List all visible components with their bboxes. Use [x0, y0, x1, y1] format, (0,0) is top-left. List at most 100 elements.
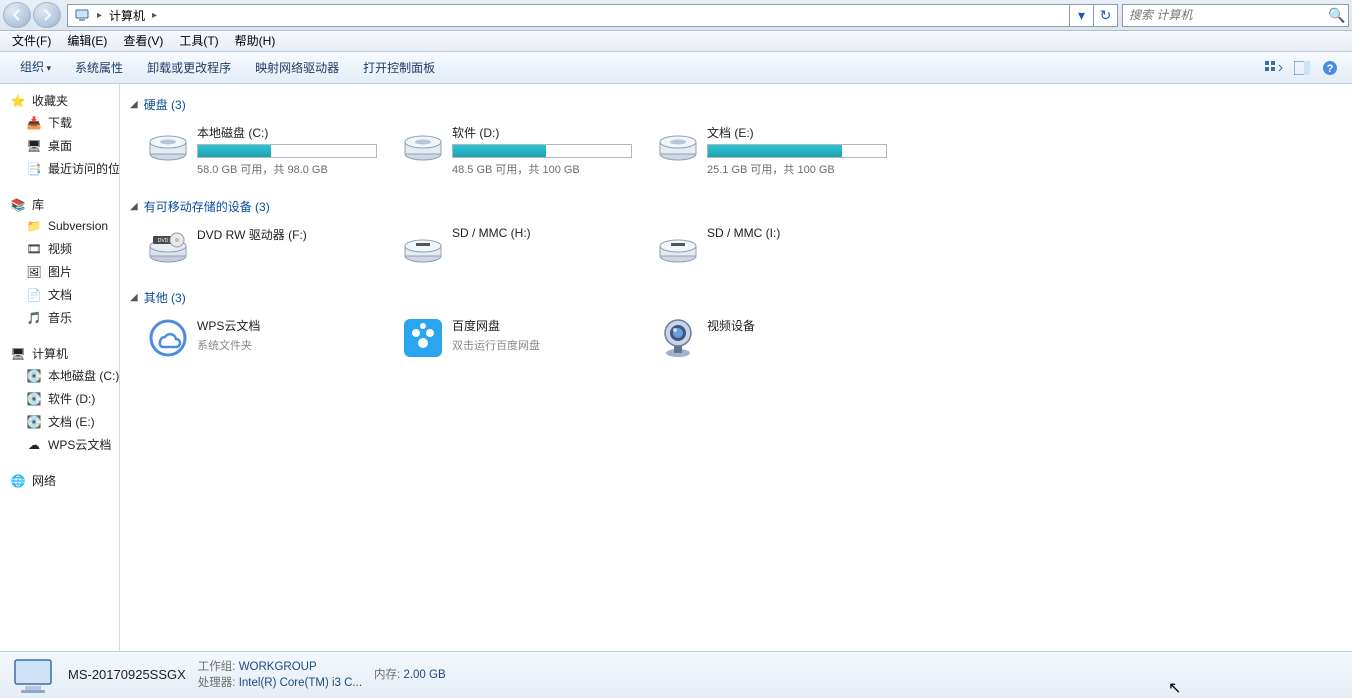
sidebar-libraries-label: 库: [32, 196, 44, 213]
item-subtitle: 双击运行百度网盘: [452, 337, 643, 353]
sidebar-favorites-label: 收藏夹: [32, 92, 68, 109]
help-button[interactable]: ?: [1316, 56, 1344, 80]
menu-view[interactable]: 查看(V): [115, 31, 171, 52]
dropdown-button[interactable]: ▾: [1069, 4, 1093, 27]
hdd-icon: [147, 124, 189, 166]
drive-freespace: 58.0 GB 可用，共 98.0 GB: [197, 161, 388, 177]
ctrlpanel-button[interactable]: 打开控制面板: [351, 53, 447, 83]
svg-text:DVD: DVD: [158, 238, 169, 244]
sidebar-item-recent[interactable]: 📑最近访问的位置: [0, 157, 119, 180]
breadcrumb-root[interactable]: ▸ 计算机 ▸: [68, 5, 166, 26]
sidebar-item-drive-e[interactable]: 💽文档 (E:): [0, 410, 119, 433]
folder-icon: 📁: [26, 218, 42, 234]
drive-other[interactable]: 百度网盘双击运行百度网盘: [395, 310, 650, 366]
svg-text:?: ?: [1327, 63, 1334, 75]
drive-name: 文档 (E:): [707, 124, 898, 141]
removable-icon: [657, 226, 699, 268]
search-icon[interactable]: 🔍: [1326, 7, 1348, 24]
sidebar: ⭐ 收藏夹 📥下载 🖥桌面 📑最近访问的位置 📚 库 📁Subversion 🎞…: [0, 84, 120, 651]
sidebar-libraries-header[interactable]: 📚 库: [0, 194, 119, 215]
drive-other[interactable]: WPS云文档系统文件夹: [140, 310, 395, 366]
twisty-icon: ◢: [130, 99, 138, 110]
capacity-bar: [452, 144, 632, 158]
capacity-bar: [197, 144, 377, 158]
sidebar-favorites-header[interactable]: ⭐ 收藏夹: [0, 90, 119, 111]
drive-name: DVD RW 驱动器 (F:): [197, 226, 388, 243]
music-icon: 🎵: [26, 310, 42, 326]
help-icon: ?: [1322, 60, 1338, 76]
section-removable-header[interactable]: ◢有可移动存储的设备 (3): [130, 194, 1342, 219]
menu-help[interactable]: 帮助(H): [227, 31, 284, 52]
section-hdd-header[interactable]: ◢硬盘 (3): [130, 92, 1342, 117]
sidebar-item-drive-c[interactable]: 💽本地磁盘 (C:): [0, 364, 119, 387]
drive-removable[interactable]: SD / MMC (H:): [395, 219, 650, 275]
computer-icon: [74, 7, 90, 23]
drive-freespace: 48.5 GB 可用，共 100 GB: [452, 161, 643, 177]
back-button[interactable]: [3, 2, 31, 28]
tiles-icon: [1265, 61, 1283, 75]
sidebar-network-label: 网络: [32, 472, 56, 489]
picture-icon: 🖼: [26, 264, 42, 280]
recent-icon: 📑: [26, 161, 42, 177]
twisty-icon: ◢: [130, 201, 138, 212]
drive-freespace: 25.1 GB 可用，共 100 GB: [707, 161, 898, 177]
sidebar-computer-label: 计算机: [32, 345, 68, 362]
other-icon: [147, 317, 189, 359]
menu-bar: 文件(F) 编辑(E) 查看(V) 工具(T) 帮助(H): [0, 31, 1352, 52]
sidebar-item-videos[interactable]: 🎞视频: [0, 237, 119, 260]
search-box[interactable]: 🔍: [1122, 4, 1349, 27]
sidebar-item-drive-d[interactable]: 💽软件 (D:): [0, 387, 119, 410]
item-name: WPS云文档: [197, 317, 388, 334]
sidebar-network-header[interactable]: 🌐 网络: [0, 470, 119, 491]
drive-hdd[interactable]: 文档 (E:) 25.1 GB 可用，共 100 GB: [650, 117, 905, 184]
arrow-left-icon: [11, 9, 23, 21]
uninstall-button[interactable]: 卸载或更改程序: [135, 53, 243, 83]
sidebar-item-desktop[interactable]: 🖥桌面: [0, 134, 119, 157]
chevron-right-icon: ▸: [94, 10, 105, 21]
view-mode-button[interactable]: [1260, 56, 1288, 80]
sidebar-item-downloads[interactable]: 📥下载: [0, 111, 119, 134]
sidebar-computer-header[interactable]: 🖥 计算机: [0, 343, 119, 364]
sidebar-item-pictures[interactable]: 🖼图片: [0, 260, 119, 283]
sidebar-item-music[interactable]: 🎵音乐: [0, 306, 119, 329]
chevron-right-icon: ▸: [149, 10, 160, 21]
sidebar-item-wpscloud[interactable]: ☁WPS云文档: [0, 433, 119, 456]
desktop-icon: 🖥: [26, 138, 42, 154]
organize-button[interactable]: 组织: [8, 52, 63, 83]
drive-icon: 💽: [26, 368, 42, 384]
details-pane: MS-20170925SSGX 工作组: WORKGROUP 处理器: Inte…: [0, 651, 1352, 698]
removable-icon: [402, 226, 444, 268]
twisty-icon: ◢: [130, 292, 138, 303]
breadcrumb-text: 计算机: [109, 7, 145, 24]
details-name: MS-20170925SSGX: [68, 667, 186, 683]
address-input[interactable]: ▸ 计算机 ▸ ▾ ↻: [67, 4, 1118, 27]
section-other-header[interactable]: ◢其他 (3): [130, 285, 1342, 310]
cloud-icon: ☁: [26, 437, 42, 453]
computer-icon: 🖥: [10, 346, 26, 362]
sidebar-item-documents[interactable]: 📄文档: [0, 283, 119, 306]
drive-icon: 💽: [26, 391, 42, 407]
drive-removable[interactable]: DVD DVD RW 驱动器 (F:): [140, 219, 395, 275]
drive-hdd[interactable]: 软件 (D:) 48.5 GB 可用，共 100 GB: [395, 117, 650, 184]
star-icon: ⭐: [10, 93, 26, 109]
sidebar-item-subversion[interactable]: 📁Subversion: [0, 215, 119, 237]
preview-pane-button[interactable]: [1288, 56, 1316, 80]
drive-removable[interactable]: SD / MMC (I:): [650, 219, 905, 275]
mapdrive-button[interactable]: 映射网络驱动器: [243, 53, 351, 83]
address-bar: ▸ 计算机 ▸ ▾ ↻ 🔍: [0, 0, 1352, 31]
search-input[interactable]: [1123, 8, 1326, 22]
document-icon: 📄: [26, 287, 42, 303]
pane-icon: [1294, 61, 1310, 75]
drive-other[interactable]: 视频设备: [650, 310, 905, 366]
drive-name: 软件 (D:): [452, 124, 643, 141]
menu-file[interactable]: 文件(F): [4, 31, 59, 52]
menu-tools[interactable]: 工具(T): [171, 31, 226, 52]
other-icon: [402, 317, 444, 359]
refresh-button[interactable]: ↻: [1093, 4, 1117, 27]
computer-large-icon: [10, 655, 56, 695]
sysprops-button[interactable]: 系统属性: [63, 53, 135, 83]
forward-button[interactable]: [33, 2, 61, 28]
item-name: 视频设备: [707, 317, 898, 334]
drive-hdd[interactable]: 本地磁盘 (C:)58.0 GB 可用，共 98.0 GB: [140, 117, 395, 184]
menu-edit[interactable]: 编辑(E): [59, 31, 115, 52]
